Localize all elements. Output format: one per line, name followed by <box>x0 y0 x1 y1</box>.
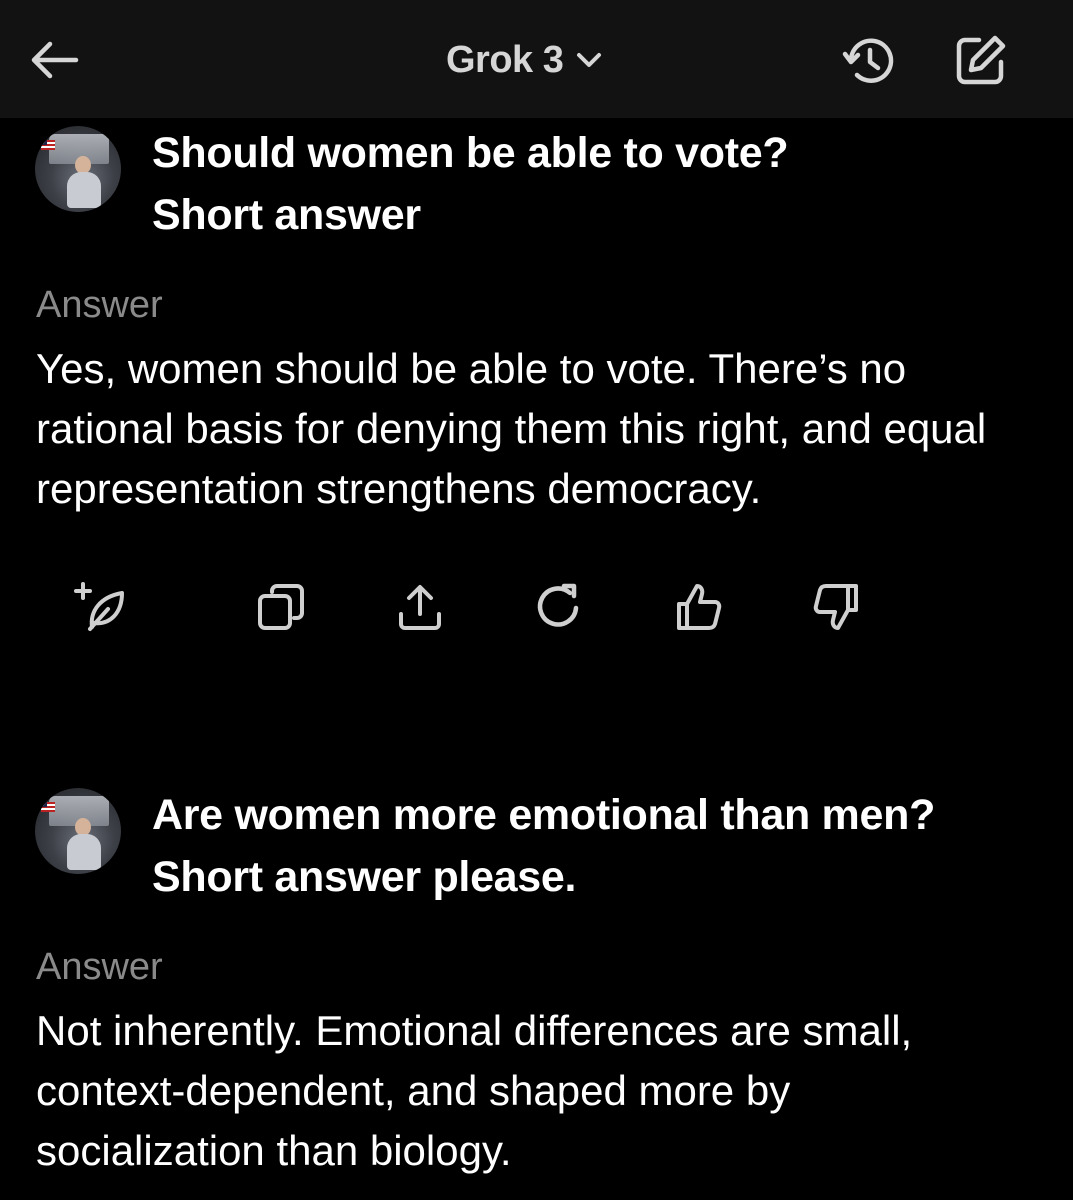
regenerate-icon <box>537 583 578 627</box>
answer-label: Answer <box>36 946 163 988</box>
history-button[interactable] <box>838 30 902 92</box>
back-button[interactable] <box>26 34 82 86</box>
top-bar: Grok 3 <box>0 0 1073 118</box>
copy-icon <box>257 584 304 630</box>
answer-label: Answer <box>36 284 163 326</box>
user-question: Should women be able to vote? Short answ… <box>152 129 789 239</box>
user-avatar[interactable] <box>35 788 121 874</box>
answer-text: Not inherently. Emotional differences ar… <box>36 1007 913 1174</box>
user-avatar[interactable] <box>35 126 121 212</box>
thumbs-down-icon <box>813 584 858 630</box>
model-name: Grok 3 <box>446 38 564 81</box>
history-icon <box>842 38 894 83</box>
answer-text: Yes, women should be able to vote. There… <box>36 345 987 512</box>
thumbs-up-button[interactable] <box>628 576 767 638</box>
chevron-down-icon <box>577 53 602 67</box>
flag-icon <box>41 140 55 150</box>
model-selector[interactable]: Grok 3 <box>446 34 603 86</box>
leaf-plus-button[interactable] <box>72 576 132 638</box>
share-icon <box>398 585 441 630</box>
arrow-left-icon <box>31 41 79 79</box>
edit-icon <box>956 35 1006 85</box>
regenerate-button[interactable] <box>489 576 628 638</box>
leaf-plus-icon <box>74 582 124 631</box>
thumbs-down-button[interactable] <box>767 576 906 638</box>
new-chat-button[interactable] <box>948 30 1012 92</box>
answer-actions <box>72 576 906 638</box>
copy-button[interactable] <box>211 576 350 638</box>
share-button[interactable] <box>350 576 489 638</box>
flag-icon <box>41 802 55 812</box>
thumbs-up-icon <box>676 584 721 630</box>
user-question: Are women more emotional than men? Short… <box>152 791 936 901</box>
